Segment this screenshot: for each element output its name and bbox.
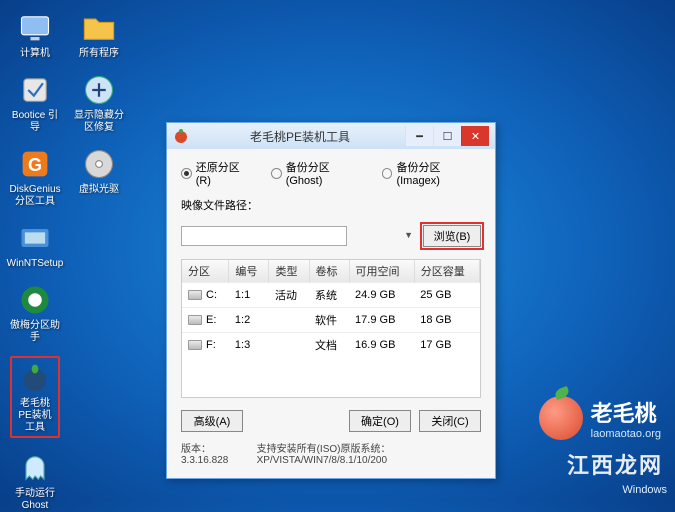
radio-restore[interactable]: 还原分区(R) — [181, 159, 253, 187]
drive-icon — [188, 290, 202, 300]
advanced-button[interactable]: 高级(A) — [181, 410, 243, 432]
minimize-button[interactable]: ━ — [405, 126, 433, 146]
desktop-icon-diskgenius[interactable]: G DiskGenius分区工具 — [10, 146, 60, 208]
desktop-icon-ghost[interactable]: 手动运行Ghost — [10, 450, 60, 512]
desktop-icon-label: WinNTSetup — [7, 258, 64, 270]
window-title: 老毛桃PE装机工具 — [195, 128, 405, 145]
desktop-icon-label: 老毛桃PE装机工具 — [14, 398, 56, 434]
table-empty-space — [182, 357, 480, 397]
drive-icon — [188, 340, 202, 350]
desktop-icon-label: 虚拟光驱 — [79, 184, 119, 196]
partfix-icon — [81, 72, 117, 108]
radio-label: 备份分区(Ghost) — [286, 159, 364, 187]
os-watermark: Windows — [622, 484, 667, 496]
version-info: 版本：3.3.16.828 支持安装所有(ISO)原版系统：XP/VISTA/W… — [181, 440, 481, 466]
radio-label: 备份分区(Imagex) — [396, 159, 481, 187]
col-capacity[interactable]: 分区容量 — [414, 260, 479, 283]
desktop-icon-aomei[interactable]: 傲梅分区助手 — [10, 282, 60, 344]
desktop-icon-label: 计算机 — [20, 48, 50, 60]
desktop-icon-label: Bootice 引导 — [10, 110, 60, 134]
mode-radio-group: 还原分区(R) 备份分区(Ghost) 备份分区(Imagex) — [181, 159, 481, 187]
desktop-icon-programs[interactable]: 所有程序 — [74, 10, 124, 60]
col-free[interactable]: 可用空间 — [349, 260, 414, 283]
brand-url: laomaotao.org — [591, 428, 661, 440]
svg-text:G: G — [28, 155, 42, 175]
browse-button[interactable]: 浏览(B) — [423, 225, 481, 247]
maximize-button[interactable]: ☐ — [433, 126, 461, 146]
aomei-icon — [17, 282, 53, 318]
partition-table: 分区 编号 类型 卷标 可用空间 分区容量 C:1:1活动系统24.9 GB25… — [181, 259, 481, 398]
app-window: 老毛桃PE装机工具 ━ ☐ ✕ 还原分区(R) 备份分区(Ghost) 备份分区… — [166, 122, 496, 479]
close-button[interactable]: ✕ — [461, 126, 489, 146]
image-path-row: 映像文件路径： — [181, 197, 481, 213]
desktop-icon-label: DiskGenius分区工具 — [9, 184, 60, 208]
brand-logo: 老毛桃 laomaotao.org — [539, 396, 661, 440]
titlebar[interactable]: 老毛桃PE装机工具 ━ ☐ ✕ — [167, 123, 495, 149]
table-row[interactable]: C:1:1活动系统24.9 GB25 GB — [182, 283, 480, 308]
bootice-icon — [17, 72, 53, 108]
drive-icon — [188, 315, 202, 325]
radio-backup-imagex[interactable]: 备份分区(Imagex) — [382, 159, 481, 187]
radio-dot-icon — [181, 168, 192, 179]
folder-icon — [81, 10, 117, 46]
peach-icon — [17, 360, 53, 396]
app-icon — [173, 128, 189, 144]
computer-icon — [17, 10, 53, 46]
diskgenius-icon: G — [17, 146, 53, 182]
support-text: 支持安装所有(ISO)原版系统：XP/VISTA/WIN7/8/8.1/10/2… — [257, 440, 481, 466]
radio-dot-icon — [382, 168, 393, 179]
radio-backup-ghost[interactable]: 备份分区(Ghost) — [271, 159, 364, 187]
ok-button[interactable]: 确定(O) — [349, 410, 411, 432]
path-label: 映像文件路径： — [181, 197, 258, 213]
peach-logo-icon — [539, 396, 583, 440]
winnt-icon — [17, 220, 53, 256]
radio-label: 还原分区(R) — [196, 159, 253, 187]
desktop-icon-winnt[interactable]: WinNTSetup — [10, 220, 60, 270]
radio-dot-icon — [271, 168, 282, 179]
window-body: 还原分区(R) 备份分区(Ghost) 备份分区(Imagex) 映像文件路径：… — [167, 149, 495, 478]
desktop-icon-label: 所有程序 — [79, 48, 119, 60]
image-path-controls: ▼ 浏览(B) — [181, 225, 481, 247]
desktop-icon-label: 显示隐藏分区修复 — [74, 110, 124, 134]
col-label[interactable]: 卷标 — [309, 260, 349, 283]
chevron-down-icon: ▼ — [404, 230, 413, 240]
table-header-row: 分区 编号 类型 卷标 可用空间 分区容量 — [182, 260, 480, 283]
brand-name: 老毛桃 — [591, 396, 661, 428]
desktop-icon-label: 傲梅分区助手 — [10, 320, 60, 344]
image-path-input[interactable] — [181, 226, 347, 246]
col-type[interactable]: 类型 — [269, 260, 309, 283]
desktop-icon-partfix[interactable]: 显示隐藏分区修复 — [74, 72, 124, 134]
ghost-icon — [17, 450, 53, 486]
watermark-text: 江西龙网 — [567, 448, 663, 480]
desktop-icon-computer[interactable]: 计算机 — [10, 10, 60, 60]
desktop-icon-label: 手动运行Ghost — [15, 488, 55, 512]
table-row[interactable]: E:1:2软件17.9 GB18 GB — [182, 308, 480, 333]
window-controls: ━ ☐ ✕ — [405, 126, 489, 146]
close-window-button[interactable]: 关闭(C) — [419, 410, 481, 432]
desktop-icons: 计算机 所有程序 Bootice 引导 显示隐藏分区修复 G Di — [10, 10, 124, 512]
col-partition[interactable]: 分区 — [182, 260, 229, 283]
table-row[interactable]: F:1:3文档16.9 GB17 GB — [182, 333, 480, 358]
cd-icon — [81, 146, 117, 182]
desktop-icon-vdrive[interactable]: 虚拟光驱 — [74, 146, 124, 208]
desktop-icon-lmtpe[interactable]: 老毛桃PE装机工具 — [10, 356, 60, 438]
button-row: 高级(A) 确定(O) 关闭(C) — [181, 410, 481, 432]
col-number[interactable]: 编号 — [229, 260, 269, 283]
desktop-icon-bootice[interactable]: Bootice 引导 — [10, 72, 60, 134]
